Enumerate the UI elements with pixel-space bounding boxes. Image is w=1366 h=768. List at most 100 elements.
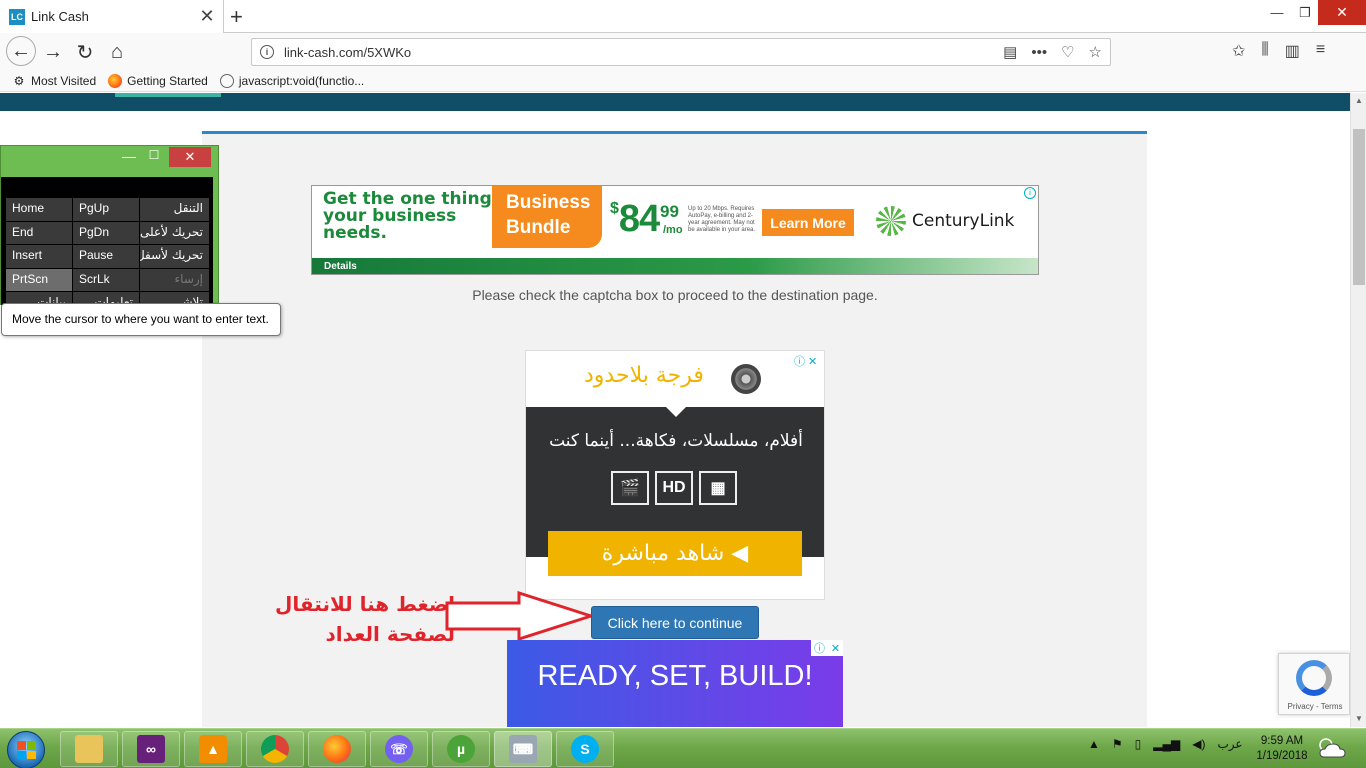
key-navigate[interactable]: التنقل — [140, 198, 209, 221]
key-insert[interactable]: Insert — [6, 245, 72, 268]
key-pause[interactable]: Pause — [73, 245, 139, 268]
clock-date: 1/19/2018 — [1256, 750, 1308, 762]
price-dollar: $ — [610, 200, 619, 217]
ad-fine-print: Up to 20 Mbps. Requires AutoPay, e-billi… — [688, 206, 756, 233]
price-period: /mo — [663, 224, 683, 236]
taskbar-visual-studio[interactable]: ∞ — [122, 731, 180, 767]
film-reel-icon — [731, 364, 761, 394]
clock-time: 9:59 AM — [1260, 735, 1304, 747]
firefox-icon — [323, 735, 351, 763]
taskbar-osk[interactable]: ⌨ — [494, 731, 552, 767]
battery-icon[interactable]: ▯ — [1135, 737, 1142, 751]
osk-tooltip: Move the cursor to where you want to ent… — [1, 303, 281, 336]
taskbar-viber[interactable]: ☏ — [370, 731, 428, 767]
new-tab-button[interactable]: + — [230, 4, 243, 30]
network-signal-icon[interactable]: ▂▄▆ — [1153, 737, 1180, 751]
key-pgup[interactable]: PgUp — [73, 198, 139, 221]
recaptcha-badge[interactable]: Privacy - Terms — [1278, 653, 1350, 715]
clapperboard-icon: 🎬 — [611, 471, 649, 505]
build-ad[interactable]: READY, SET, BUILD! ⓘ ✕ — [507, 640, 843, 727]
taskbar: ∞ ▲ ☏ µ ⌨ S ▲ ⚑ ▯ ▂▄▆ ◀) عرب 9:59 AM 1/1… — [0, 728, 1366, 768]
start-button[interactable] — [7, 731, 45, 768]
learn-more-button[interactable]: Learn More — [762, 209, 854, 236]
arabic-video-ad[interactable]: فرجة بلاحدود ⓘ ✕ أفلام، مسلسلات، فكاهة..… — [525, 350, 825, 600]
forward-arrow-icon[interactable]: → — [38, 37, 68, 67]
windows-logo-icon — [17, 741, 36, 759]
key-move-down[interactable]: تحريك لأسفل — [140, 245, 209, 268]
key-dock[interactable]: إرساء — [140, 268, 209, 291]
scroll-up-arrow-icon[interactable]: ▲ — [1351, 93, 1366, 109]
reload-icon[interactable]: ↻ — [70, 37, 100, 67]
library-icon[interactable]: ⫼ — [1261, 41, 1268, 61]
input-language[interactable]: عرب — [1217, 737, 1242, 751]
site-info-icon[interactable]: i — [260, 45, 274, 59]
back-arrow-icon[interactable]: ← — [6, 36, 36, 66]
header-active-indicator — [115, 93, 221, 97]
weather-cloud-icon[interactable] — [1316, 735, 1348, 761]
bookmark-most-visited[interactable]: ⚙ Most Visited — [12, 73, 97, 88]
vertical-scrollbar[interactable]: ▲ ▼ — [1350, 93, 1366, 727]
vlc-icon: ▲ — [199, 735, 227, 763]
browser-tab[interactable]: LC Link Cash ✕ — [0, 0, 224, 33]
centurylink-ad[interactable]: Get the one thing your business needs. B… — [311, 185, 1039, 275]
bookmark-javascript[interactable]: javascript:void(functio... — [219, 73, 365, 88]
build-ad-text: READY, SET, BUILD! — [537, 660, 813, 692]
price-main: 84 — [618, 198, 660, 240]
ad-brand-text: فرجة بلاحدود — [584, 363, 704, 388]
osk-minimize-button[interactable]: — — [119, 148, 139, 164]
key-prtscn[interactable]: PrtScn — [6, 268, 72, 291]
bookmark-label: javascript:void(functio... — [238, 73, 365, 88]
bookmark-star-icon[interactable]: ☆ — [1089, 43, 1102, 61]
key-end[interactable]: End — [6, 221, 72, 244]
taskbar-skype[interactable]: S — [556, 731, 614, 767]
volume-icon[interactable]: ◀) — [1192, 737, 1205, 751]
system-clock[interactable]: 9:59 AM 1/19/2018 — [1250, 734, 1314, 764]
sidebar-icon[interactable]: ▥ — [1285, 41, 1300, 61]
continue-button[interactable]: Click here to continue — [591, 606, 759, 639]
taskbar-firefox[interactable] — [308, 731, 366, 767]
taskbar-explorer[interactable] — [60, 731, 118, 767]
scroll-down-arrow-icon[interactable]: ▼ — [1351, 711, 1366, 727]
recaptcha-links[interactable]: Privacy - Terms — [1279, 702, 1350, 711]
action-center-flag-icon[interactable]: ⚑ — [1112, 737, 1123, 751]
bookmark-getting-started[interactable]: Getting Started — [108, 73, 208, 88]
pocket-icon[interactable]: ♡ — [1061, 43, 1074, 61]
window-minimize-button[interactable]: — — [1262, 0, 1292, 25]
osk-close-button[interactable]: ✕ — [169, 147, 211, 167]
taskbar-vlc[interactable]: ▲ — [184, 731, 242, 767]
media-icons: 🎬 HD ▦ — [611, 471, 737, 505]
scrollbar-thumb[interactable] — [1353, 129, 1365, 285]
window-close-button[interactable]: ✕ — [1318, 0, 1366, 25]
reader-view-icon[interactable]: ▤ — [1003, 43, 1017, 61]
key-move-up[interactable]: تحريك لأعلى — [140, 221, 209, 244]
watch-now-button[interactable]: ◀ شاهد مباشرة — [548, 531, 802, 576]
adchoices-info-icon[interactable]: i — [1024, 187, 1036, 199]
bookmarks-star-icon[interactable]: ✩ — [1232, 41, 1245, 61]
window-restore-button[interactable]: ❐ — [1290, 0, 1320, 25]
home-icon[interactable]: ⌂ — [102, 37, 132, 67]
show-hidden-icons-icon[interactable]: ▲ — [1088, 737, 1100, 751]
price-cents: 99 — [660, 202, 679, 221]
page-actions-icon[interactable]: ••• — [1031, 44, 1047, 61]
skype-icon: S — [571, 735, 599, 763]
adchoices-close-icon[interactable]: ⓘ ✕ — [794, 353, 817, 369]
gear-icon: ⚙ — [13, 73, 25, 88]
taskbar-chrome[interactable] — [246, 731, 304, 767]
menu-icon[interactable]: ≡ — [1316, 41, 1325, 61]
on-screen-keyboard[interactable]: — ☐ ✕ Home PgUp التنقل End PgDn تحريك لأ… — [0, 145, 219, 315]
annotation-line-1: اضغط هنا للانتقال — [275, 592, 455, 616]
navigation-toolbar: ← → ↻ ⌂ i link-cash.com/5XWKo ▤ ••• ♡ ☆ … — [0, 33, 1366, 70]
address-bar[interactable]: i link-cash.com/5XWKo ▤ ••• ♡ ☆ — [251, 38, 1111, 66]
osk-titlebar[interactable]: — ☐ ✕ — [1, 146, 218, 176]
osk-maximize-button[interactable]: ☐ — [144, 148, 164, 162]
key-pgdn[interactable]: PgDn — [73, 221, 139, 244]
ad-details-link[interactable]: Details — [324, 261, 357, 272]
tab-close-icon[interactable]: ✕ — [197, 6, 217, 27]
key-home[interactable]: Home — [6, 198, 72, 221]
taskbar-utorrent[interactable]: µ — [432, 731, 490, 767]
ad-notch — [666, 407, 686, 417]
adchoices-close-icon[interactable]: ⓘ ✕ — [811, 640, 843, 656]
key-scrlk[interactable]: ScrLk — [73, 268, 139, 291]
folder-icon — [75, 735, 103, 763]
url-text[interactable]: link-cash.com/5XWKo — [284, 45, 1003, 60]
